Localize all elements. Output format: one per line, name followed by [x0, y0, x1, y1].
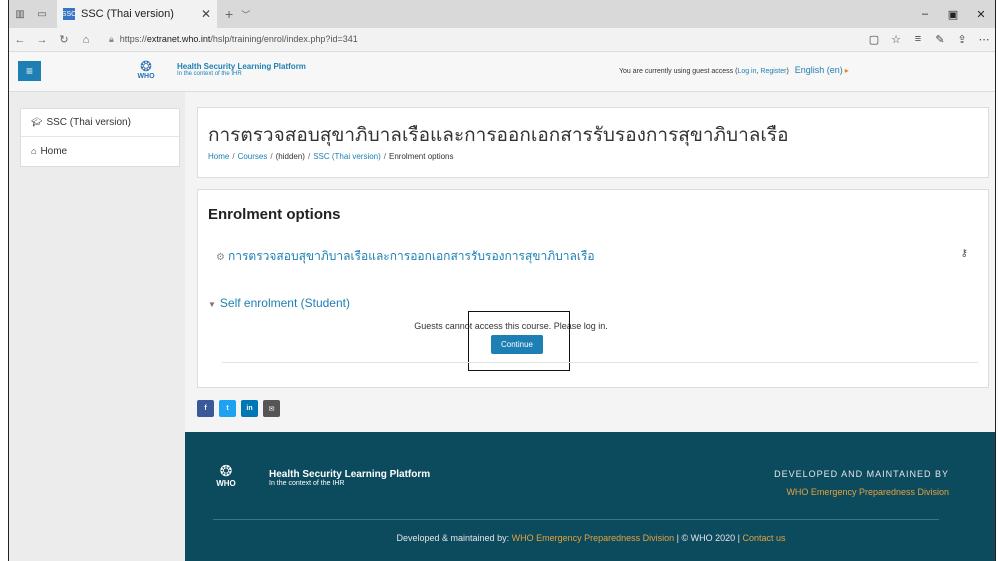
sidebar-item-label: Home — [40, 145, 68, 157]
window-controls: – ▣ ✕ — [911, 0, 995, 28]
footer-brand: Health Security Learning Platform In the… — [269, 469, 430, 487]
page-header-card: การตรวจสอบสุขาภิบาลเรือและการออกเอกสารรั… — [197, 107, 989, 178]
maximize-icon[interactable]: ▣ — [939, 0, 967, 28]
left-sidebar: 🎓︎ SSC (Thai version) ⌂ Home — [9, 92, 185, 561]
language-caret-icon[interactable]: ▸ — [845, 66, 849, 75]
brand-subtitle: In the context of the IHR — [177, 71, 242, 77]
footer-brand-title: Health Security Learning Platform — [269, 469, 431, 480]
refresh-icon[interactable]: ↻ — [53, 28, 75, 52]
graduation-cap-icon: 🎓︎ — [31, 117, 43, 127]
screenshot-frame: ▥ ▭ SSC SSC (Thai version) ✕ + ﹀ – ▣ ✕ ←… — [8, 0, 996, 561]
facebook-icon[interactable]: f — [197, 400, 214, 417]
lock-icon: 🔒︎ — [109, 34, 114, 44]
tab-favicon-icon: SSC — [62, 8, 76, 20]
url-path: /hslp/training/enrol/index.php?id=341 — [210, 34, 358, 44]
share-icon[interactable]: ⇪ — [951, 33, 973, 46]
footer-copyright: | © WHO 2020 | — [674, 533, 743, 543]
forward-icon[interactable]: → — [31, 28, 53, 52]
sidebar-nav-block: 🎓︎ SSC (Thai version) ⌂ Home — [20, 108, 180, 167]
who-emblem-icon: ❂ — [140, 58, 152, 74]
login-link[interactable]: Log in — [737, 68, 756, 75]
self-enrolment-label: Self enrolment (Student) — [219, 296, 350, 310]
page-title: การตรวจสอบสุขาภิบาลเรือและการออกเอกสารรั… — [208, 125, 789, 146]
url-prefix: https:// — [119, 34, 147, 44]
breadcrumb-separator: / — [307, 152, 311, 161]
browser-toolbar-right: ▢ ☆ ≡ ✎ ⇪ ⋯ — [863, 33, 995, 46]
social-share-bar: f t in ✉ — [197, 400, 285, 417]
site-footer: ❂ WHO Health Security Learning Platform … — [185, 432, 995, 561]
key-icon: ⚷ — [960, 248, 968, 259]
url-field[interactable]: 🔒︎ https://extranet.who.int/hslp/training… — [109, 34, 863, 45]
footer-brand-subtitle: In the context of the IHR — [269, 480, 345, 487]
hamburger-icon: ≡ — [25, 64, 33, 78]
guest-access-notice: You are currently using guest access (Lo… — [619, 65, 849, 75]
self-enrolment-toggle[interactable]: ▼ Self enrolment (Student) — [208, 296, 350, 310]
main-content: การตรวจสอบสุขาภิบาลเรือและการออกเอกสารรั… — [185, 92, 995, 432]
enrolment-card: Enrolment options ⚙︎ การตรวจสอบสุขาภิบาลเ… — [197, 189, 989, 388]
email-icon[interactable]: ✉ — [263, 400, 280, 417]
contact-us-link[interactable]: Contact us — [742, 533, 785, 543]
who-emblem-icon: ❂ — [219, 463, 233, 480]
sidebar-item-home[interactable]: ⌂ Home — [21, 137, 179, 165]
browser-address-bar: ← → ↻ ⌂ 🔒︎ https://extranet.who.int/hslp/… — [9, 28, 995, 52]
language-selector[interactable]: English (en) — [795, 65, 843, 75]
footer-developer: DEVELOPED AND MAINTAINED BY WHO Emergenc… — [774, 469, 949, 497]
tab-list-chevron-icon[interactable]: ﹀ — [241, 8, 250, 21]
favorite-star-icon[interactable]: ☆ — [885, 33, 907, 46]
divider — [222, 362, 978, 363]
developed-heading: DEVELOPED AND MAINTAINED BY — [774, 469, 949, 479]
home-icon: ⌂ — [31, 146, 37, 156]
sidebar-item-course[interactable]: 🎓︎ SSC (Thai version) — [21, 109, 179, 137]
tab-title: SSC (Thai version) — [81, 8, 174, 20]
browser-tab[interactable]: SSC SSC (Thai version) ✕ — [57, 0, 217, 28]
caret-down-icon: ▼ — [208, 300, 216, 309]
notes-icon[interactable]: ✎ — [929, 33, 951, 46]
tab-preview-icon[interactable]: ▭ — [31, 0, 53, 28]
breadcrumb-home[interactable]: Home — [208, 152, 229, 161]
tab-close-icon[interactable]: ✕ — [201, 7, 211, 21]
back-icon[interactable]: ← — [9, 28, 31, 52]
who-logo[interactable]: ❂ WHO — [135, 59, 157, 80]
site-brand[interactable]: Health Security Learning Platform In the… — [177, 62, 306, 77]
linkedin-icon[interactable]: in — [241, 400, 258, 417]
breadcrumb-courses[interactable]: Courses — [238, 152, 268, 161]
url-domain: extranet.who.int — [146, 34, 211, 44]
guest-prefix: You are currently using guest access ( — [619, 68, 738, 75]
sidebar-item-label: SSC (Thai version) — [46, 117, 131, 128]
reading-view-icon[interactable]: ▢ — [863, 33, 885, 46]
who-logo-text: WHO — [137, 73, 155, 80]
breadcrumb-current: Enrolment options — [389, 152, 454, 161]
breadcrumb: Home / Courses / (hidden) / SSC (Thai version)… — [208, 152, 454, 161]
home-browser-icon[interactable]: ⌂ — [75, 28, 97, 52]
footer-bottom-prefix: Developed & maintained by: — [396, 533, 512, 543]
footer-divider — [213, 519, 939, 520]
breadcrumb-course[interactable]: SSC (Thai version) — [313, 152, 381, 161]
browser-tab-strip: ▥ ▭ SSC SSC (Thai version) ✕ + ﹀ – ▣ ✕ — [9, 0, 995, 28]
footer-bottom-line: Developed & maintained by: WHO Emergency… — [185, 533, 995, 543]
footer-who-logo[interactable]: ❂ WHO — [215, 464, 237, 488]
twitter-icon[interactable]: t — [219, 400, 236, 417]
register-link[interactable]: Register — [760, 68, 786, 75]
site-navbar: ≡ ❂ WHO Health Security Learning Platfor… — [9, 53, 995, 92]
breadcrumb-separator: / — [232, 152, 235, 161]
breadcrumb-separator: / — [270, 152, 273, 161]
brand-title: Health Security Learning Platform — [177, 62, 306, 71]
course-icon: ⚙︎ — [216, 252, 225, 263]
course-name: การตรวจสอบสุขาภิบาลเรือและการออกเอกสารรั… — [227, 249, 595, 263]
breadcrumb-hidden: (hidden) — [275, 152, 305, 161]
course-link[interactable]: ⚙︎ การตรวจสอบสุขาภิบาลเรือและการออกเอกสาร… — [216, 247, 595, 266]
footer-who-text: WHO — [216, 479, 236, 488]
window-close-icon[interactable]: ✕ — [967, 0, 995, 28]
menu-toggle-button[interactable]: ≡ — [18, 61, 41, 81]
more-icon[interactable]: ⋯ — [973, 33, 995, 46]
favorites-list-icon[interactable]: ≡ — [907, 33, 929, 46]
footer-org-link[interactable]: WHO Emergency Preparedness Division — [512, 533, 675, 543]
new-tab-icon[interactable]: + — [225, 6, 233, 22]
tab-actions-icon[interactable]: ▥ — [9, 0, 31, 28]
guest-suffix: ) — [786, 68, 789, 75]
minimize-icon[interactable]: – — [911, 0, 939, 28]
breadcrumb-separator: / — [383, 152, 387, 161]
developer-link[interactable]: WHO Emergency Preparedness Division — [774, 487, 949, 497]
enrolment-title: Enrolment options — [208, 206, 341, 223]
